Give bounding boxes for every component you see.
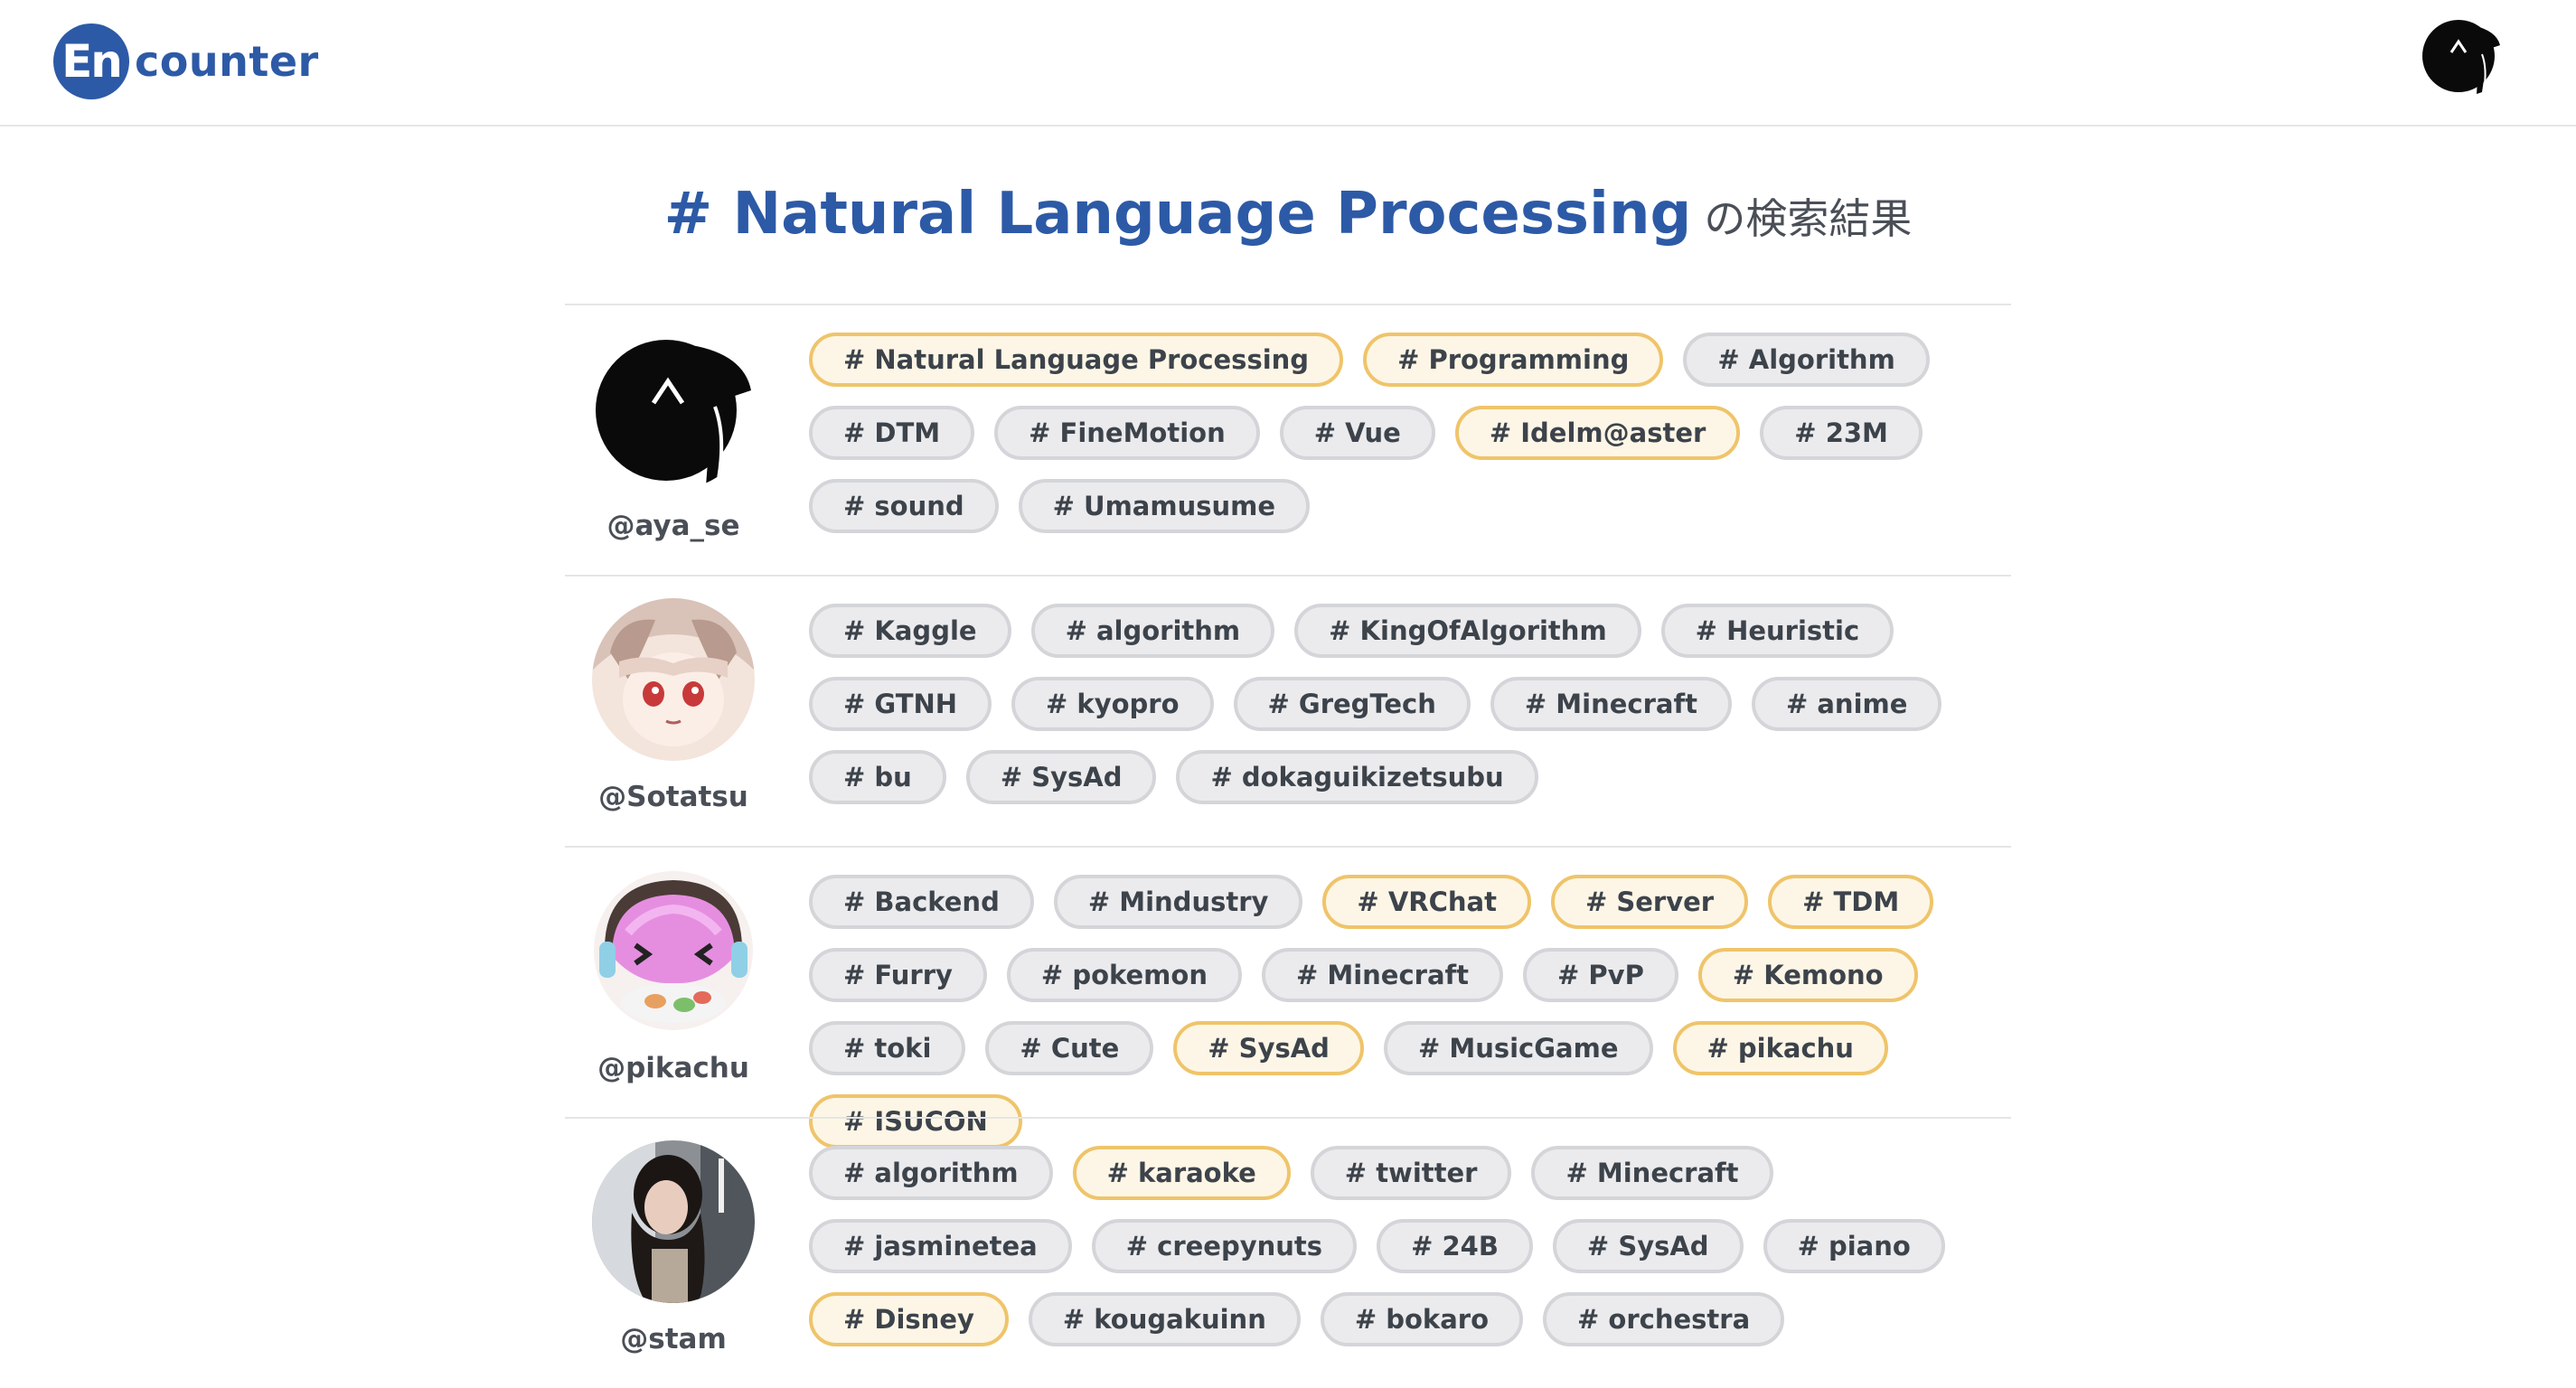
app-logo[interactable]: En counter (53, 23, 319, 99)
tag-chip[interactable]: # Natural Language Processing (809, 333, 1344, 387)
tag-chip[interactable]: # VRChat (1322, 875, 1531, 929)
avatar[interactable] (592, 327, 755, 490)
tag-chip[interactable]: # FineMotion (994, 406, 1260, 460)
tag-list: # Backend # Mindustry # VRChat # Server # TD… (809, 875, 1984, 1149)
tag-chip[interactable]: # Mindustry (1053, 875, 1303, 929)
tag-chip[interactable]: # toki (809, 1021, 966, 1075)
avatar[interactable] (592, 869, 755, 1032)
tag-chip[interactable]: # Idelm@aster (1454, 406, 1741, 460)
tag-chip[interactable]: # creepynuts (1091, 1219, 1358, 1273)
tag-chip[interactable]: # SysAd (1173, 1021, 1364, 1075)
tag-chip[interactable]: # pikachu (1672, 1021, 1888, 1075)
user-profile[interactable]: @stam (565, 1140, 782, 1355)
tag-chip[interactable]: # Backend (809, 875, 1034, 929)
tag-chip[interactable]: # Disney (809, 1292, 1009, 1346)
tag-chip[interactable]: # PvP (1523, 948, 1678, 1002)
tag-list: # Kaggle # algorithm # KingOfAlgorithm # He… (809, 604, 1984, 804)
tag-chip[interactable]: # Cute (985, 1021, 1154, 1075)
tag-chip[interactable]: # 24B (1377, 1219, 1533, 1273)
avatar[interactable] (592, 598, 755, 761)
tag-chip[interactable]: # bokaro (1320, 1292, 1524, 1346)
tag-chip[interactable]: # DTM (809, 406, 975, 460)
username[interactable]: @pikachu (565, 1052, 782, 1084)
search-result-title: # Natural Language Processing の検索結果 (0, 181, 2576, 248)
username[interactable]: @Sotatsu (565, 781, 782, 813)
tag-chip[interactable]: # Vue (1279, 406, 1435, 460)
user-row: @Sotatsu # Kaggle # algorithm # KingOfAlgo… (565, 575, 2011, 846)
user-profile[interactable]: @Sotatsu (565, 598, 782, 813)
tag-chip[interactable]: # Minecraft (1261, 948, 1504, 1002)
tag-chip[interactable]: # TDM (1768, 875, 1934, 929)
tag-chip[interactable]: # dokaguikizetsubu (1176, 750, 1538, 804)
logo-mark: En (53, 23, 129, 99)
tag-chip[interactable]: # piano (1763, 1219, 1945, 1273)
tag-list: # Natural Language Processing # Programmi… (809, 333, 1984, 533)
username[interactable]: @aya_se (565, 510, 782, 542)
tag-chip[interactable]: # GTNH (809, 677, 992, 731)
tag-chip[interactable]: # GregTech (1233, 677, 1471, 731)
tag-chip[interactable]: # bu (809, 750, 946, 804)
tag-chip[interactable]: # algorithm (1030, 604, 1275, 658)
tag-chip[interactable]: # sound (809, 479, 999, 533)
tag-chip[interactable]: # Umamusume (1018, 479, 1311, 533)
app-header: En counter (0, 0, 2576, 127)
tag-chip[interactable]: # 23M (1760, 406, 1923, 460)
avatar[interactable] (592, 1140, 755, 1303)
user-row: @aya_se # Natural Language Processing # P… (565, 304, 2011, 575)
tag-chip[interactable]: # KingOfAlgorithm (1294, 604, 1641, 658)
tag-chip[interactable]: # kyopro (1011, 677, 1214, 731)
user-row: @stam # algorithm # karaoke # twitter # Min… (565, 1117, 2011, 1388)
tag-chip[interactable]: # Algorithm (1683, 333, 1930, 387)
tag-chip[interactable]: # MusicGame (1383, 1021, 1653, 1075)
tag-chip[interactable]: # Furry (809, 948, 987, 1002)
current-user-avatar[interactable] (2419, 13, 2505, 99)
username[interactable]: @stam (565, 1323, 782, 1355)
user-profile[interactable]: @pikachu (565, 869, 782, 1084)
tag-list: # algorithm # karaoke # twitter # Minecraft… (809, 1146, 1984, 1346)
search-tag: # Natural Language Processing (663, 181, 1692, 248)
logo-text: counter (135, 37, 319, 86)
results-list: @aya_se # Natural Language Processing # P… (565, 304, 2011, 1388)
tag-chip[interactable]: # SysAd (1552, 1219, 1744, 1273)
user-profile[interactable]: @aya_se (565, 327, 782, 542)
tag-chip[interactable]: # Kemono (1697, 948, 1918, 1002)
tag-chip[interactable]: # kougakuinn (1028, 1292, 1301, 1346)
tag-chip[interactable]: # Minecraft (1490, 677, 1732, 731)
tag-chip[interactable]: # pokemon (1006, 948, 1242, 1002)
user-row: @pikachu # Backend # Mindustry # VRChat # S… (565, 846, 2011, 1149)
tag-chip[interactable]: # Programming (1363, 333, 1664, 387)
tag-chip[interactable]: # Minecraft (1531, 1146, 1773, 1200)
tag-chip[interactable]: # Heuristic (1660, 604, 1894, 658)
tag-chip[interactable]: # SysAd (965, 750, 1157, 804)
tag-chip[interactable]: # Kaggle (809, 604, 1011, 658)
tag-chip[interactable]: # algorithm (809, 1146, 1053, 1200)
tag-chip[interactable]: # orchestra (1543, 1292, 1785, 1346)
tag-chip[interactable]: # twitter (1310, 1146, 1512, 1200)
search-result-suffix: の検索結果 (1704, 194, 1913, 243)
tag-chip[interactable]: # Server (1550, 875, 1749, 929)
tag-chip[interactable]: # jasminetea (809, 1219, 1072, 1273)
tag-chip[interactable]: # karaoke (1072, 1146, 1291, 1200)
tag-chip[interactable]: # anime (1751, 677, 1942, 731)
